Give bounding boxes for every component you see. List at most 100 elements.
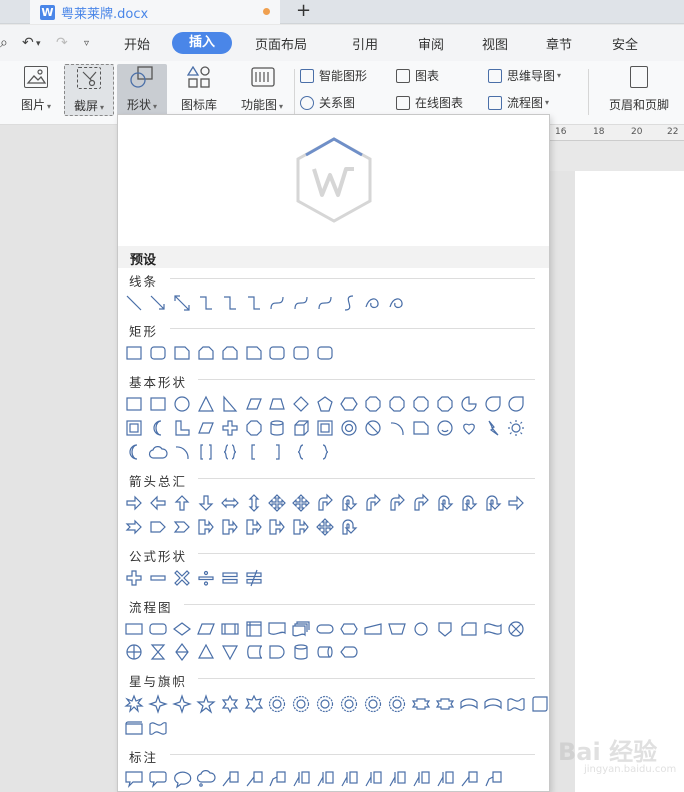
shape-alt-icon[interactable]: [148, 619, 168, 639]
shape-barcall-icon[interactable]: [387, 769, 407, 789]
shape-data-icon[interactable]: [196, 619, 216, 639]
shape-aleft-icon[interactable]: [148, 493, 168, 513]
menu-section[interactable]: 章节: [546, 34, 572, 53]
shape-plus-icon[interactable]: [220, 418, 240, 438]
shape-oct-icon[interactable]: [387, 394, 407, 414]
shape-manop-icon[interactable]: [387, 619, 407, 639]
menu-home[interactable]: 开始: [124, 34, 150, 53]
shape-uturn-icon[interactable]: [339, 517, 359, 537]
shape-barcall-icon[interactable]: [339, 769, 359, 789]
shape-seal-icon[interactable]: [363, 694, 383, 714]
shape-oct-icon[interactable]: [411, 394, 431, 414]
undo-icon[interactable]: ↶: [22, 35, 34, 51]
shape-dblarrow-icon[interactable]: [172, 293, 192, 313]
online-chart-button[interactable]: 在线图表: [396, 94, 463, 111]
shape-delay-icon[interactable]: [267, 642, 287, 662]
shape-bend-icon[interactable]: [387, 493, 407, 513]
shape-can-icon[interactable]: [267, 418, 287, 438]
shape-alr-icon[interactable]: [220, 493, 240, 513]
menu-insert[interactable]: 插入: [172, 32, 232, 54]
shape-linecall-icon[interactable]: [244, 769, 264, 789]
shape-heart-icon[interactable]: [459, 418, 479, 438]
shape-magdisk-icon[interactable]: [291, 642, 311, 662]
shape-doc-icon[interactable]: [267, 619, 287, 639]
shape-linecall2-icon[interactable]: [483, 769, 503, 789]
shape-quad-icon[interactable]: [267, 493, 287, 513]
shape-braces-icon[interactable]: [220, 442, 240, 462]
shape-orj-icon[interactable]: [124, 642, 144, 662]
shape-aright-icon[interactable]: [124, 493, 144, 513]
shape-snip-icon[interactable]: [411, 418, 431, 438]
shape-callarrow-icon[interactable]: [196, 517, 216, 537]
shape-direct-icon[interactable]: [315, 642, 335, 662]
shape-uturn-icon[interactable]: [459, 493, 479, 513]
shape-seal-icon[interactable]: [339, 694, 359, 714]
shape-seal-icon[interactable]: [267, 694, 287, 714]
shape-button[interactable]: 形状 ▾: [117, 64, 167, 116]
shape-barcall-icon[interactable]: [315, 769, 335, 789]
shape-sumj-icon[interactable]: [506, 619, 526, 639]
shape-callarrow-icon[interactable]: [267, 517, 287, 537]
shape-seal-icon[interactable]: [291, 694, 311, 714]
shape-rrect-icon[interactable]: [315, 343, 335, 363]
menu-view[interactable]: 视图: [482, 34, 508, 53]
shape-proc-icon[interactable]: [124, 619, 144, 639]
document-page[interactable]: [575, 171, 684, 792]
shape-hex-icon[interactable]: [339, 394, 359, 414]
shape-card-icon[interactable]: [459, 619, 479, 639]
shape-sort-icon[interactable]: [172, 642, 192, 662]
shape-seal-icon[interactable]: [315, 694, 335, 714]
shape-adown-icon[interactable]: [196, 493, 216, 513]
shape-decision-icon[interactable]: [172, 619, 192, 639]
shape-merge-icon[interactable]: [220, 642, 240, 662]
shape-snip2-icon[interactable]: [196, 343, 216, 363]
shape-lshape-icon[interactable]: [172, 418, 192, 438]
shape-multidoc-icon[interactable]: [291, 619, 311, 639]
shape-cloudcall-icon[interactable]: [196, 769, 216, 789]
shape-elbow-icon[interactable]: [244, 293, 264, 313]
shape-oct-icon[interactable]: [435, 394, 455, 414]
shape-barcall-icon[interactable]: [435, 769, 455, 789]
shape-quad-icon[interactable]: [315, 517, 335, 537]
shape-chevron-icon[interactable]: [172, 517, 192, 537]
shape-bend-icon[interactable]: [363, 493, 383, 513]
shape-barcall-icon[interactable]: [363, 769, 383, 789]
relationship-button[interactable]: 关系图: [300, 94, 355, 111]
shape-eqneq-icon[interactable]: [244, 568, 264, 588]
shape-line-icon[interactable]: [124, 293, 144, 313]
shape-bend-icon[interactable]: [315, 493, 335, 513]
shape-callarrow-icon[interactable]: [291, 517, 311, 537]
shape-uturn-icon[interactable]: [483, 493, 503, 513]
shape-wave-icon[interactable]: [506, 694, 526, 714]
shape-rect-icon[interactable]: [124, 343, 144, 363]
undo-caret-icon[interactable]: ▾: [36, 39, 41, 49]
shape-rrect-icon[interactable]: [148, 343, 168, 363]
shape-uturn-icon[interactable]: [435, 493, 455, 513]
shape-scurve-icon[interactable]: [339, 293, 359, 313]
shape-eqeq-icon[interactable]: [220, 568, 240, 588]
shape-rrect-icon[interactable]: [291, 343, 311, 363]
shape-star6-icon[interactable]: [220, 694, 240, 714]
shape-bend-icon[interactable]: [411, 493, 431, 513]
shape-rrcall-icon[interactable]: [148, 769, 168, 789]
shape-ribbon-icon[interactable]: [435, 694, 455, 714]
shape-callarrow-icon[interactable]: [220, 517, 240, 537]
shape-tear-icon[interactable]: [506, 394, 526, 414]
shape-cube-icon[interactable]: [291, 418, 311, 438]
shape-star4-icon[interactable]: [171, 694, 192, 714]
search-icon[interactable]: ⌕: [0, 35, 8, 51]
shape-curve-icon[interactable]: [291, 293, 311, 313]
shape-aup-icon[interactable]: [172, 493, 192, 513]
shape-eqplus-icon[interactable]: [124, 568, 144, 588]
shape-star5-icon[interactable]: [195, 694, 216, 714]
shape-barcall-icon[interactable]: [291, 769, 311, 789]
shape-oct-icon[interactable]: [244, 418, 264, 438]
shape-eqdiv-icon[interactable]: [196, 568, 216, 588]
shape-para-icon[interactable]: [244, 394, 264, 414]
shape-pent-icon[interactable]: [315, 394, 335, 414]
shape-sun-icon[interactable]: [506, 418, 526, 438]
shape-smile-icon[interactable]: [435, 418, 455, 438]
shape-scroll-icon[interactable]: [530, 694, 550, 714]
shape-star4-icon[interactable]: [147, 694, 168, 714]
shape-lbracket-icon[interactable]: [244, 442, 264, 462]
